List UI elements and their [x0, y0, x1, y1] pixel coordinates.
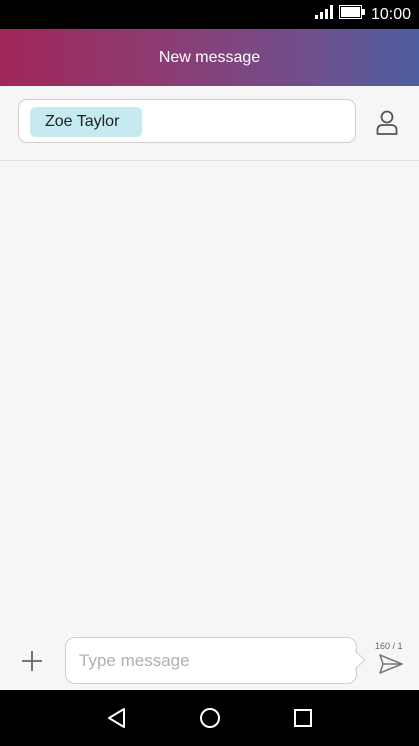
- back-triangle-icon: [108, 708, 125, 728]
- add-attachment-button[interactable]: [20, 649, 44, 673]
- recipient-chip[interactable]: Zoe Taylor: [30, 107, 142, 137]
- home-circle-icon: [200, 708, 220, 728]
- status-bar: 10:00: [0, 0, 419, 29]
- message-thread: [0, 161, 419, 631]
- page-title: New message: [158, 49, 261, 66]
- send-icon: [379, 654, 403, 674]
- send-button[interactable]: [378, 653, 404, 675]
- message-input-box[interactable]: [65, 637, 357, 684]
- recents-button[interactable]: [291, 706, 315, 730]
- app-header: New message: [0, 29, 419, 86]
- person-icon: [376, 110, 398, 135]
- recipient-field[interactable]: Zoe Taylor: [18, 99, 356, 143]
- recents-square-icon: [294, 709, 312, 727]
- battery-icon: [338, 5, 365, 24]
- composer-bar: 160 / 1: [0, 631, 419, 690]
- character-counter: 160 / 1: [375, 641, 403, 651]
- message-input[interactable]: [79, 638, 339, 683]
- status-time: 10:00: [370, 5, 411, 23]
- bubble-tail: [355, 651, 366, 669]
- navigation-bar: [0, 690, 419, 746]
- home-button[interactable]: [198, 706, 222, 730]
- recipient-area: Zoe Taylor: [0, 86, 419, 161]
- signal-bars-icon: [314, 5, 333, 24]
- plus-icon: [22, 651, 42, 671]
- contact-picker-button[interactable]: [372, 108, 402, 138]
- back-button[interactable]: [105, 706, 129, 730]
